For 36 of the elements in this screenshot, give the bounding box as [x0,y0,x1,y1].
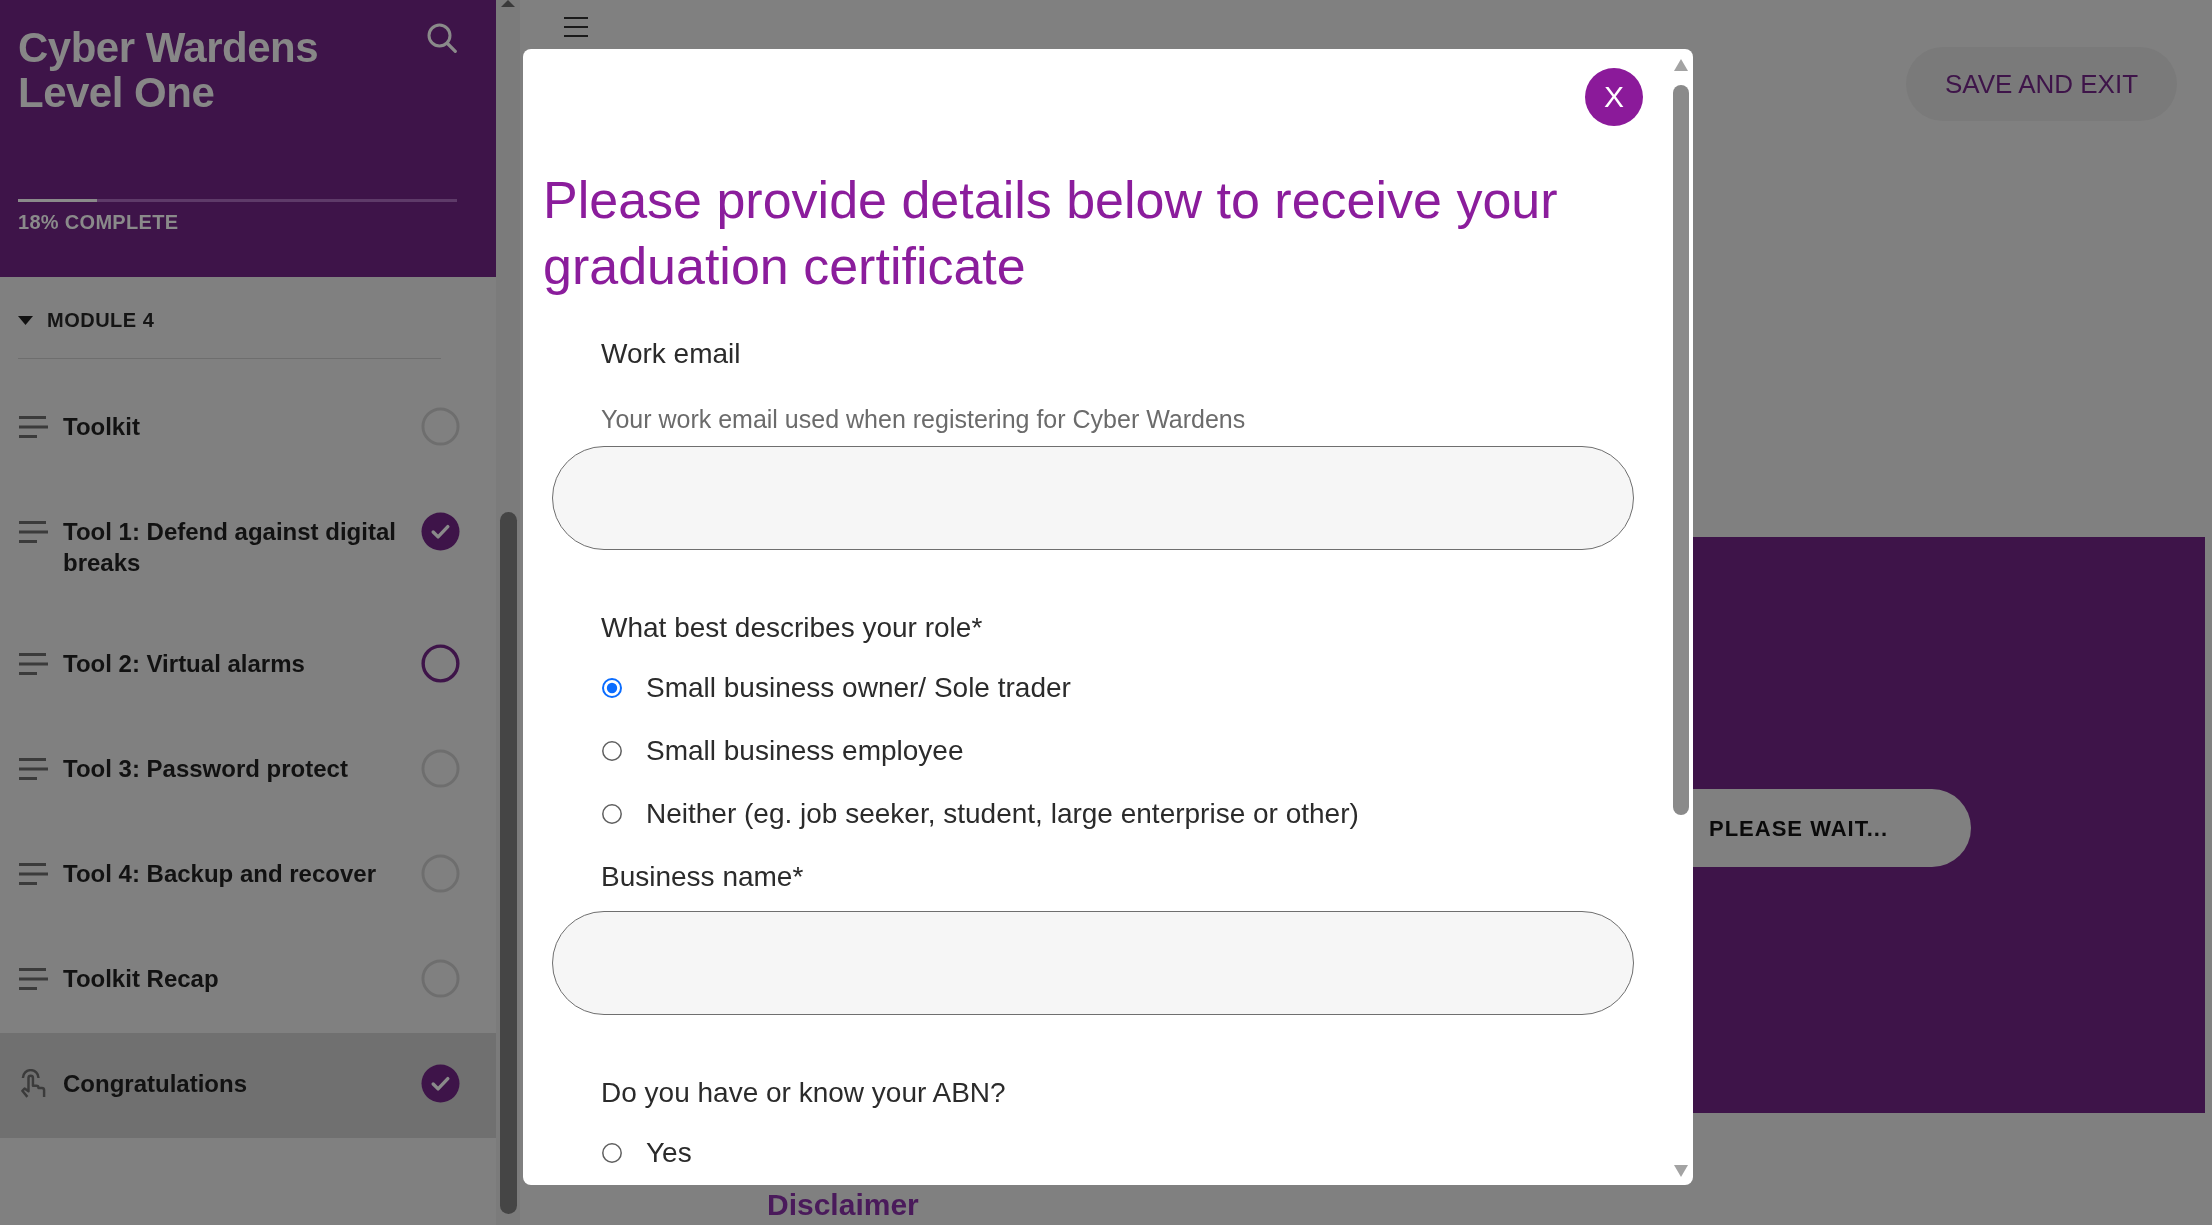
lines-icon [19,653,48,675]
scroll-up-arrow-icon[interactable] [501,0,515,7]
scrollbar-thumb[interactable] [499,512,517,1214]
option-label[interactable]: Neither (eg. job seeker, student, large enterprise or other) [646,796,1359,832]
option-label[interactable]: Small business employee [646,733,964,769]
lines-icon [19,416,48,438]
scroll-down-arrow-icon[interactable] [1674,1165,1688,1177]
search-icon[interactable] [427,23,457,53]
course-title: Cyber Wardens Level One [18,25,320,115]
field-label: Work email [601,337,741,371]
close-button[interactable]: X [1585,68,1643,126]
lines-icon [19,968,48,990]
please-wait-button[interactable]: PLEASE WAIT... [1693,789,1971,867]
lines-icon [19,521,48,543]
lines-icon [19,863,48,885]
disclaimer-link[interactable]: Disclaimer [767,1188,919,1222]
scroll-up-arrow-icon[interactable] [1674,59,1688,71]
radio-button[interactable] [602,1143,622,1163]
module-toggle[interactable]: MODULE 4 [18,305,155,335]
radio-button[interactable] [602,741,622,761]
field-label: Do you have or know your ABN? [601,1076,1006,1110]
sidebar-item[interactable]: Congratulations [0,1033,496,1138]
field-label: What best describes your role* [601,611,983,645]
lines-icon [19,758,48,780]
option-label[interactable]: Small business owner/ Sole trader [646,670,1071,706]
field-label: Business name* [601,860,804,894]
scrollbar-thumb[interactable] [1673,85,1689,815]
hand-pointer-icon [19,1069,48,1098]
radio-button[interactable] [602,804,622,824]
field-hint: Your work email used when registering for Cyber Wardens [601,404,1246,435]
dialog-heading: Please provide details below to receive your graduation certificate [543,170,1559,297]
radio-button[interactable] [602,678,622,698]
menu-icon[interactable] [564,17,588,37]
progress-label: 18% COMPLETE [18,210,179,234]
option-label[interactable]: Yes [646,1135,692,1171]
save-and-exit-button[interactable]: SAVE AND EXIT [1906,47,2177,121]
